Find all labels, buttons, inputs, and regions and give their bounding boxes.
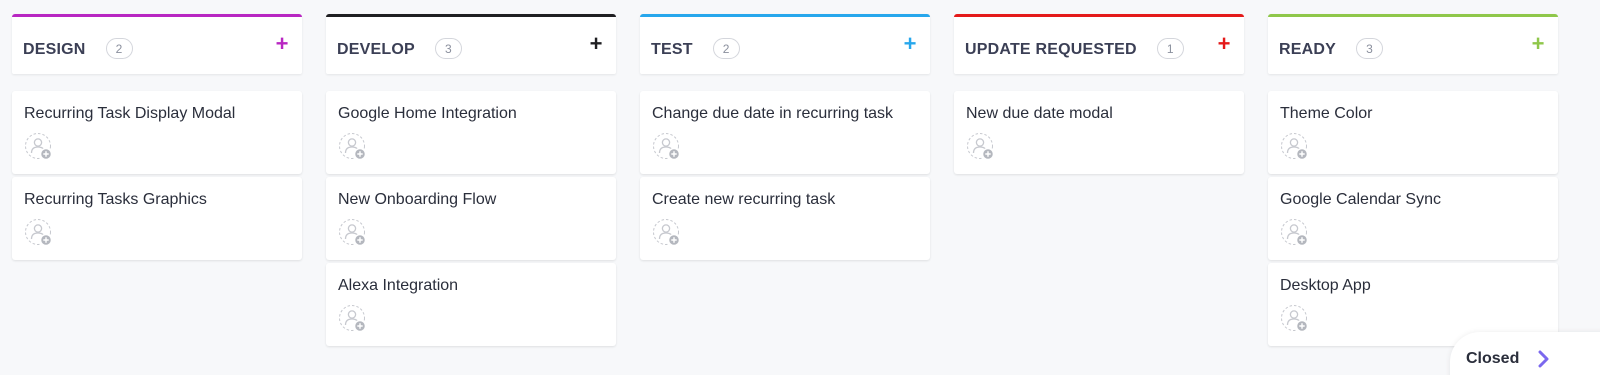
chevron-right-icon — [1538, 350, 1549, 368]
column-test: TEST 2 + Change due date in recurring tas… — [640, 14, 930, 263]
add-assignee-icon[interactable] — [338, 132, 368, 162]
column-title: UPDATE REQUESTED 1 — [965, 38, 1184, 59]
add-task-plus-icon[interactable]: + — [272, 33, 292, 55]
task-title: New Onboarding Flow — [338, 191, 497, 208]
task-count-badge: 2 — [105, 38, 133, 59]
add-task-plus-icon[interactable]: + — [1214, 33, 1234, 55]
column-header: DEVELOP 3 + — [326, 14, 616, 74]
add-assignee-icon[interactable] — [966, 132, 996, 162]
task-card[interactable]: Google Calendar Sync — [1268, 177, 1558, 260]
column-ready: READY 3 + Theme Color Google Calendar Syn… — [1268, 14, 1558, 349]
column-update-requested: UPDATE REQUESTED 1 + New due date modal — [954, 14, 1244, 177]
task-card[interactable]: New due date modal — [954, 91, 1244, 174]
kanban-board: DESIGN 2 + Recurring Task Display Modal R… — [0, 0, 1600, 375]
task-card[interactable]: Change due date in recurring task — [640, 91, 930, 174]
add-task-plus-icon[interactable]: + — [1528, 33, 1548, 55]
closed-tasks-button[interactable]: Closed — [1450, 332, 1600, 375]
column-title: TEST 2 — [651, 38, 740, 59]
add-assignee-icon[interactable] — [24, 132, 54, 162]
task-card[interactable]: Recurring Task Display Modal — [12, 91, 302, 174]
add-assignee-icon[interactable] — [338, 218, 368, 248]
task-title: Create new recurring task — [652, 191, 836, 208]
column-header: UPDATE REQUESTED 1 + — [954, 14, 1244, 74]
task-card[interactable]: New Onboarding Flow — [326, 177, 616, 260]
task-card[interactable]: Recurring Tasks Graphics — [12, 177, 302, 260]
task-card[interactable]: Google Home Integration — [326, 91, 616, 174]
task-count-badge: 1 — [1156, 38, 1184, 59]
add-task-plus-icon[interactable]: + — [900, 33, 920, 55]
task-count-badge: 3 — [1356, 38, 1384, 59]
column-header: TEST 2 + — [640, 14, 930, 74]
task-card[interactable]: Create new recurring task — [640, 177, 930, 260]
column-develop: DEVELOP 3 + Google Home Integration New O… — [326, 14, 616, 349]
closed-label: Closed — [1466, 350, 1520, 367]
task-title: Theme Color — [1280, 105, 1373, 122]
add-assignee-icon[interactable] — [24, 218, 54, 248]
task-title: Desktop App — [1280, 277, 1371, 294]
task-count-badge: 2 — [712, 38, 740, 59]
task-card[interactable]: Theme Color — [1268, 91, 1558, 174]
add-assignee-icon[interactable] — [1280, 132, 1310, 162]
task-title: Change due date in recurring task — [652, 105, 894, 122]
column-title: DESIGN 2 — [23, 38, 133, 59]
task-title: Google Calendar Sync — [1280, 191, 1441, 208]
task-title: New due date modal — [966, 105, 1113, 122]
column-design: DESIGN 2 + Recurring Task Display Modal R… — [12, 14, 302, 263]
task-title: Google Home Integration — [338, 105, 517, 122]
add-assignee-icon[interactable] — [652, 132, 682, 162]
task-count-badge: 3 — [434, 38, 462, 59]
add-assignee-icon[interactable] — [1280, 218, 1310, 248]
add-assignee-icon[interactable] — [338, 304, 368, 334]
column-title: DEVELOP 3 — [337, 38, 462, 59]
column-title: READY 3 — [1279, 38, 1384, 59]
task-card[interactable]: Alexa Integration — [326, 263, 616, 346]
add-task-plus-icon[interactable]: + — [586, 33, 606, 55]
add-assignee-icon[interactable] — [1280, 304, 1310, 334]
add-assignee-icon[interactable] — [652, 218, 682, 248]
column-header: DESIGN 2 + — [12, 14, 302, 74]
task-title: Recurring Tasks Graphics — [24, 191, 207, 208]
column-header: READY 3 + — [1268, 14, 1558, 74]
task-title: Alexa Integration — [338, 277, 459, 294]
task-title: Recurring Task Display Modal — [24, 105, 236, 122]
